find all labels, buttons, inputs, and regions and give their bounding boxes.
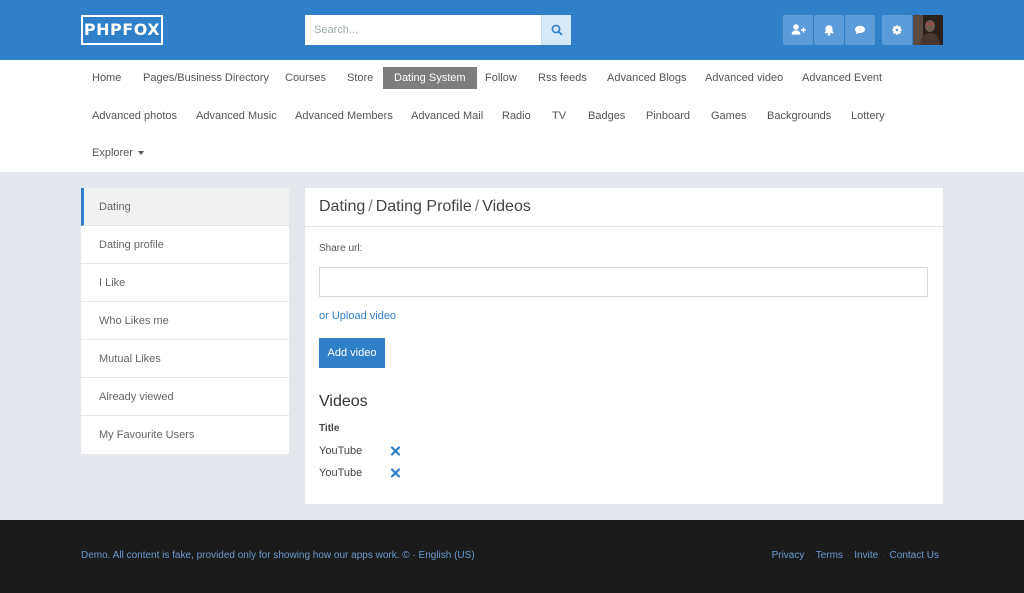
video-title[interactable]: YouTube — [319, 445, 362, 457]
breadcrumb-separator: / — [474, 198, 480, 215]
avatar-image — [913, 15, 943, 45]
friend-requests-button[interactable] — [783, 15, 813, 45]
sidebar-item-who-likes-me[interactable]: Who Likes me — [81, 302, 289, 340]
nav-games[interactable]: Games — [700, 105, 757, 127]
breadcrumb-separator: / — [368, 198, 373, 215]
nav-lottery[interactable]: Lottery — [840, 105, 896, 127]
footer-link-contact-us[interactable]: Contact Us — [890, 550, 939, 561]
main-navigation: Home Pages/Business Directory Courses St… — [0, 60, 1024, 172]
footer-separator: · — [882, 550, 886, 561]
search-icon — [551, 24, 563, 36]
messages-button[interactable] — [845, 15, 875, 45]
video-row: YouTube — [319, 465, 519, 483]
breadcrumb-videos: Videos — [482, 198, 531, 215]
nav-pages-business-directory[interactable]: Pages/Business Directory — [132, 67, 280, 89]
nav-advanced-video[interactable]: Advanced video — [694, 67, 794, 89]
content-panel: Dating / Dating Profile / Videos Share url: … — [305, 188, 943, 504]
settings-button[interactable] — [882, 15, 912, 45]
footer-link-privacy[interactable]: Privacy — [772, 550, 805, 561]
nav-dating-system[interactable]: Dating System — [383, 67, 477, 89]
footer-separator: · — [808, 550, 812, 561]
nav-follow[interactable]: Follow — [474, 67, 528, 89]
sidebar-item-i-like[interactable]: I Like — [81, 264, 289, 302]
footer-links: Privacy · Terms · Invite · Contact Us — [772, 550, 939, 561]
nav-backgrounds[interactable]: Backgrounds — [756, 105, 842, 127]
share-url-input[interactable] — [319, 267, 928, 297]
sidebar-item-dating[interactable]: Dating — [81, 188, 289, 226]
site-logo[interactable]: PHPFOX — [81, 15, 163, 45]
nav-advanced-members[interactable]: Advanced Members — [284, 105, 404, 127]
nav-advanced-photos[interactable]: Advanced photos — [81, 105, 188, 127]
sidebar-item-already-viewed[interactable]: Already viewed — [81, 378, 289, 416]
sidebar-item-mutual-likes[interactable]: Mutual Likes — [81, 340, 289, 378]
breadcrumb: Dating / Dating Profile / Videos — [305, 188, 943, 227]
upload-video-link[interactable]: or Upload video — [319, 310, 396, 322]
sidebar-menu: Dating Dating profile I Like Who Likes m… — [81, 188, 289, 454]
delete-icon[interactable] — [390, 445, 401, 457]
bell-icon — [824, 25, 834, 36]
videos-table-header-title: Title — [319, 423, 340, 434]
add-video-button[interactable]: Add video — [319, 338, 385, 368]
nav-rss-feeds[interactable]: Rss feeds — [527, 67, 598, 89]
nav-explorer-label: Explorer — [92, 147, 133, 159]
search-button[interactable] — [541, 15, 571, 45]
nav-advanced-blogs[interactable]: Advanced Blogs — [596, 67, 698, 89]
nav-badges[interactable]: Badges — [577, 105, 636, 127]
nav-advanced-music[interactable]: Advanced Music — [185, 105, 288, 127]
footer-link-terms[interactable]: Terms — [816, 550, 843, 561]
nav-tv[interactable]: TV — [541, 105, 577, 127]
nav-pinboard[interactable]: Pinboard — [635, 105, 701, 127]
video-row: YouTube — [319, 443, 519, 461]
nav-advanced-mail[interactable]: Advanced Mail — [400, 105, 494, 127]
sidebar-item-my-favourite-users[interactable]: My Favourite Users — [81, 416, 289, 454]
notifications-button[interactable] — [814, 15, 844, 45]
chat-icon — [855, 25, 865, 35]
video-title[interactable]: YouTube — [319, 467, 362, 479]
user-avatar[interactable] — [913, 15, 943, 45]
nav-advanced-event[interactable]: Advanced Event — [791, 67, 893, 89]
site-footer: Demo. All content is fake, provided only… — [0, 520, 1024, 593]
nav-radio[interactable]: Radio — [491, 105, 542, 127]
footer-separator: · — [846, 550, 851, 561]
footer-disclaimer: Demo. All content is fake, provided only… — [81, 550, 475, 561]
footer-link-invite[interactable]: Invite — [854, 550, 878, 561]
sidebar-item-dating-profile[interactable]: Dating profile — [81, 226, 289, 264]
caret-down-icon — [137, 151, 144, 156]
nav-explorer-dropdown[interactable]: Explorer — [81, 142, 155, 164]
breadcrumb-dating-profile[interactable]: Dating Profile — [376, 198, 472, 215]
breadcrumb-dating[interactable]: Dating — [319, 198, 365, 215]
nav-home[interactable]: Home — [81, 67, 132, 89]
delete-icon[interactable] — [390, 467, 401, 479]
nav-store[interactable]: Store — [336, 67, 384, 89]
add-friend-icon — [791, 24, 806, 35]
search-input[interactable] — [305, 15, 541, 45]
top-header: PHPFOX — [0, 0, 1024, 60]
nav-courses[interactable]: Courses — [274, 67, 337, 89]
share-url-label: Share url: — [319, 243, 363, 254]
gear-icon — [892, 25, 902, 35]
videos-heading: Videos — [319, 393, 368, 410]
search-box — [305, 15, 571, 45]
